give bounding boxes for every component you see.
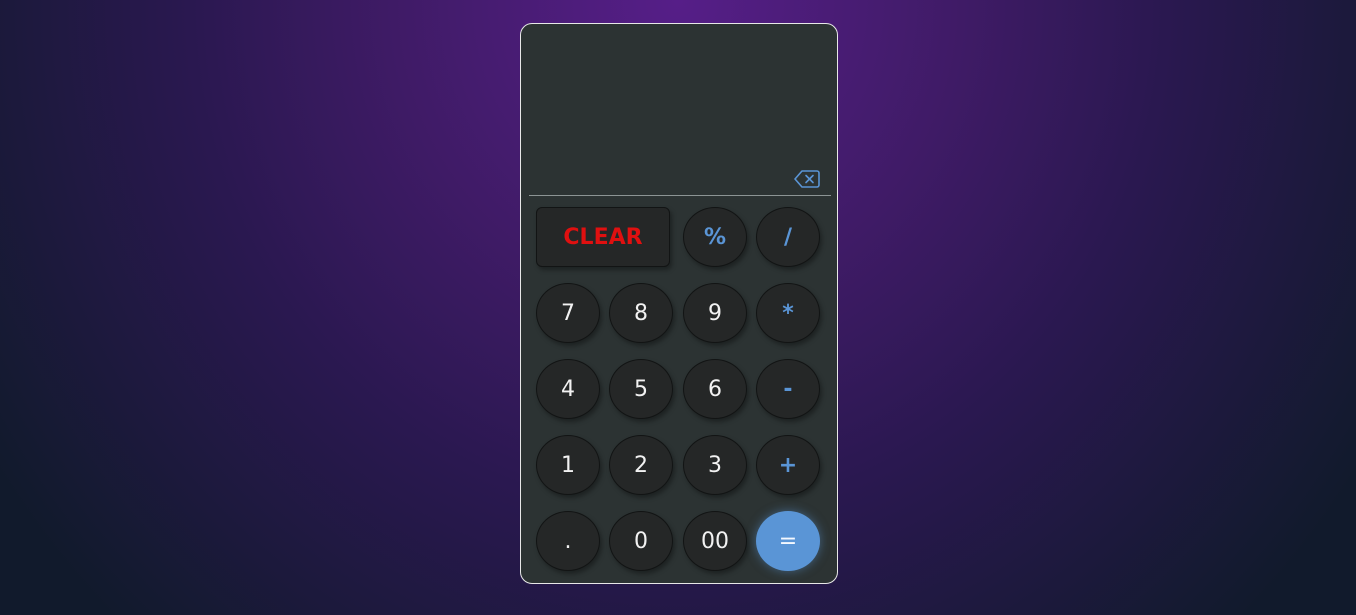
digit-6-button[interactable]: 6	[683, 359, 747, 419]
digit-2-button[interactable]: 2	[609, 435, 673, 495]
digit-0-button[interactable]: 0	[609, 511, 673, 571]
digit-5-button[interactable]: 5	[609, 359, 673, 419]
display	[529, 24, 831, 196]
calculator: CLEAR % / 7 8 9 * 4 5 6 - 1 2 3 + . 0 00…	[520, 23, 838, 584]
digit-8-button[interactable]: 8	[609, 283, 673, 343]
digit-7-button[interactable]: 7	[536, 283, 600, 343]
equals-button[interactable]: =	[756, 511, 820, 571]
digit-3-button[interactable]: 3	[683, 435, 747, 495]
digit-1-button[interactable]: 1	[536, 435, 600, 495]
divide-button[interactable]: /	[756, 207, 820, 267]
digit-9-button[interactable]: 9	[683, 283, 747, 343]
multiply-button[interactable]: *	[756, 283, 820, 343]
clear-button[interactable]: CLEAR	[536, 207, 670, 267]
percent-button[interactable]: %	[683, 207, 747, 267]
digit-4-button[interactable]: 4	[536, 359, 600, 419]
double-zero-button[interactable]: 00	[683, 511, 747, 571]
subtract-button[interactable]: -	[756, 359, 820, 419]
backspace-icon[interactable]	[794, 169, 820, 189]
add-button[interactable]: +	[756, 435, 820, 495]
decimal-button[interactable]: .	[536, 511, 600, 571]
